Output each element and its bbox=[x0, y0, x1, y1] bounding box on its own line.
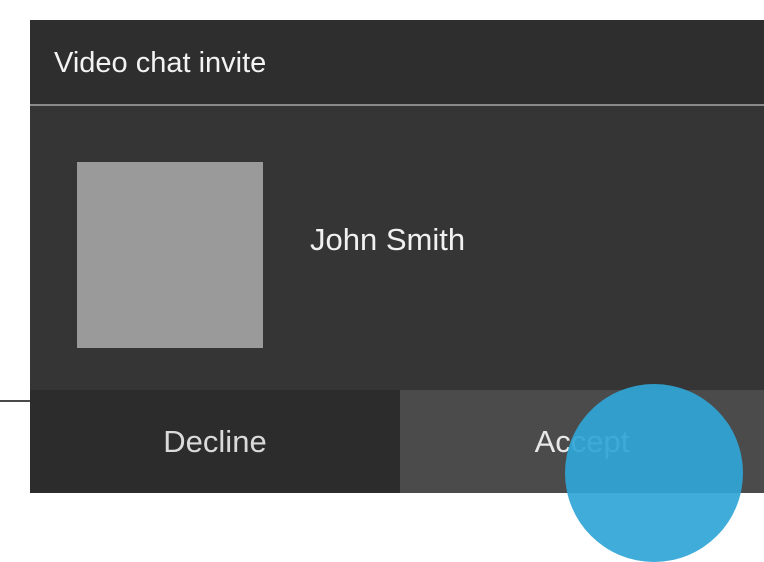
video-chat-invite-dialog: Video chat invite John Smith Decline Acc… bbox=[30, 20, 764, 493]
caller-name: John Smith bbox=[310, 222, 466, 257]
background-divider-line bbox=[0, 400, 30, 402]
caller-avatar-placeholder-icon bbox=[77, 162, 263, 348]
dialog-title-bar: Video chat invite bbox=[30, 20, 764, 106]
accept-button[interactable]: Accept bbox=[400, 390, 764, 493]
dialog-title: Video chat invite bbox=[54, 47, 267, 79]
dialog-action-buttons: Decline Accept bbox=[30, 390, 764, 493]
caller-info-section: John Smith bbox=[30, 106, 764, 390]
decline-button[interactable]: Decline bbox=[30, 390, 400, 493]
